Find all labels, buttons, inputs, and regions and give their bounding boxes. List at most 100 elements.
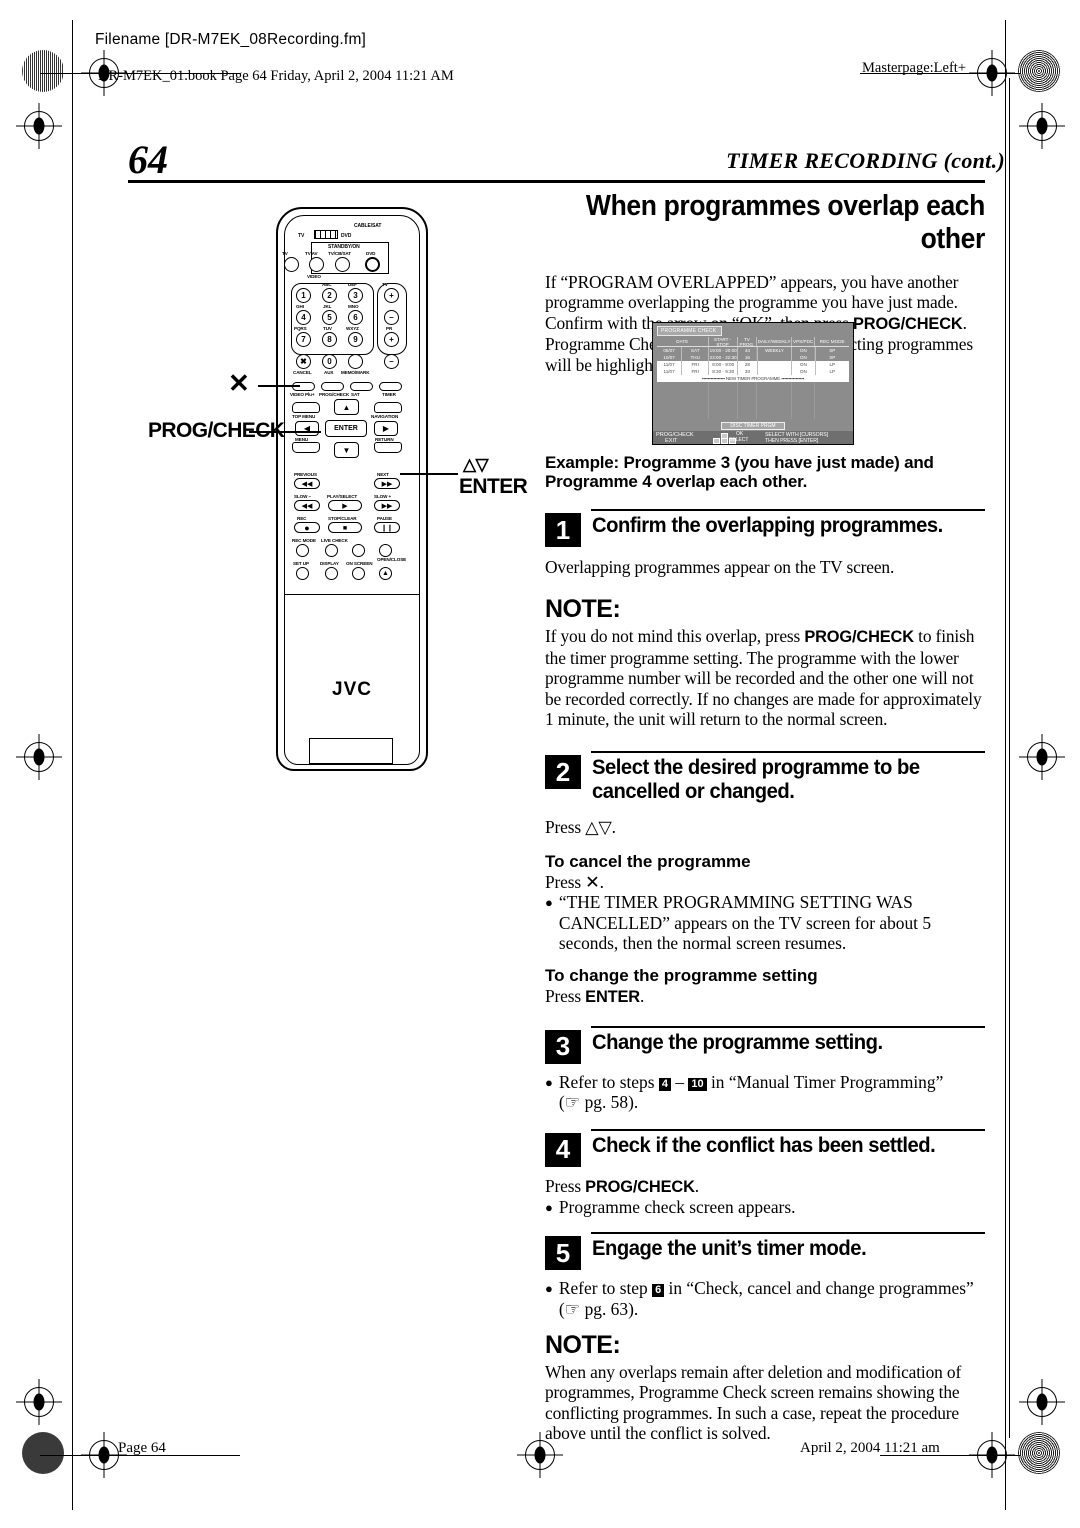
col-start-stop: START - STOP [709,337,738,347]
step-4-press-bold: PROG/CHECK [585,1177,695,1196]
cancel-bullet: ● “THE TIMER PROGRAMMING SETTING WAS CAN… [545,892,985,953]
skip-forward-button[interactable] [379,544,392,557]
remote-control-illustration: CABLE/SAT TV DVD STANDBY/ON TV TV AV VID… [276,207,428,771]
table-row[interactable]: 10/07 THU 22:00 - 22:30 16 ON XP [657,354,849,361]
remote-bottom-panel [309,738,393,764]
cell-day: SAT [682,347,710,354]
set-up-button[interactable] [296,567,309,580]
cell-mode: XP [829,355,836,360]
change-press-bold: ENTER [585,988,640,1007]
tv-power-button[interactable] [284,257,299,272]
tv-cable-sat-standby-button[interactable] [335,257,350,272]
note-2-label: NOTE: [545,1330,621,1359]
step-ref-4: 4 [658,1077,671,1091]
slow-minus-button[interactable]: ◀◀ [294,500,320,511]
key-4[interactable]: 4 [296,310,311,325]
intro-prog-check-bold: PROG/CHECK [852,314,963,333]
cell-date: 05/07 [657,347,683,354]
registration-mark-left-upper [24,111,54,141]
cable-sat-label: CABLE/SAT [354,223,382,229]
navigation-button[interactable] [374,402,402,413]
registration-mark-right-bottom [1027,1387,1057,1417]
pr-down-button[interactable]: – [384,354,399,369]
stop-clear-button[interactable]: ■ [328,522,362,533]
key-9[interactable]: 9 [348,332,363,347]
footer-exit-label: EXIT [665,438,678,444]
density-patch-corner [22,1432,64,1474]
programme-check-tab: PROGRAMME CHECK [657,326,723,336]
col-vps-pdc: VPS/PDC [792,337,816,346]
memo-mark-label: MEMO/MARK [341,370,370,375]
sat-button[interactable] [350,382,373,391]
set-up-label: SET UP [293,561,309,566]
tv-volume-down-button[interactable]: – [384,310,399,325]
step-4: 4 Check if the conflict has been settled… [545,1132,985,1167]
step-3-pg: (☞ pg. 58). [558,1092,639,1113]
menu-button[interactable] [292,442,320,453]
live-check-label: LIVE CHECK [321,538,348,543]
cursor-down-button[interactable]: ▼ [334,442,359,458]
pr-up-button[interactable]: + [384,332,399,347]
bullet-marker: ● [545,1074,553,1090]
on-screen-button[interactable] [352,567,365,580]
callout-cancel-symbol: ✕ [228,368,250,398]
pause-label: PAUSE [377,516,392,521]
filename-label: Filename [DR-M7EK_08Recording.fm] [95,31,367,48]
open-close-button[interactable]: ▲ [379,567,392,580]
prog-check-button[interactable] [321,382,344,391]
return-button[interactable] [374,442,402,453]
table-row[interactable]: 05/07 SAT 19:00 - 20:00 44 WEEKLY ON SP [657,347,849,354]
slow-plus-button[interactable]: ▶▶ [374,500,400,511]
table-row-conflict[interactable]: 11/07 FRI 8:30 - 9:30 33 ON LP [657,368,849,375]
previous-button[interactable]: ◀◀ [294,478,320,489]
rec-button[interactable]: ● [294,522,320,533]
step-2: 2 Select the desired programme to be can… [545,755,985,803]
source-slider-switch[interactable] [314,230,338,239]
step-1-number: 1 [545,513,581,547]
top-menu-label: TOP MENU [292,414,316,419]
cancel-label: CANCEL [293,370,312,375]
dvd-standby-button[interactable] [365,257,380,272]
next-button[interactable]: ▶▶ [374,478,400,489]
pause-button[interactable]: ❙❙ [374,522,400,533]
running-head: TIMER RECORDING (cont.) [726,148,1005,173]
cell-repeat [758,361,793,368]
timer-button[interactable] [379,382,402,391]
tv-av-button[interactable] [309,257,324,272]
cell-prog: 44 [738,347,758,354]
next-label: NEXT [377,472,389,477]
disc-timer-prgm-button[interactable]: DISC TIMER PRGM [721,422,785,430]
cursor-right-button[interactable]: ▶ [374,421,398,436]
key-0[interactable]: 0 [322,354,337,369]
key-3[interactable]: 3 [348,288,363,303]
tv-volume-up-button[interactable]: + [384,288,399,303]
cell-repeat [758,354,793,361]
key-7[interactable]: 7 [296,332,311,347]
step-3: 3 Change the programme setting. [545,1029,985,1064]
play-select-button[interactable]: ▶ [328,500,362,511]
enter-button[interactable]: ENTER [325,420,367,437]
top-menu-button[interactable] [292,402,320,413]
col-tv-prog: TV PROG. [738,337,758,347]
memo-mark-button[interactable] [348,354,363,369]
key-2[interactable]: 2 [322,288,337,303]
display-button[interactable] [325,567,338,580]
live-check-button[interactable] [325,544,338,557]
key-6[interactable]: 6 [348,310,363,325]
on-screen-label: ON SCREEN [346,561,373,566]
cancel-button[interactable]: ✖ [296,354,311,369]
pqrs-label: PQRS [294,326,307,331]
switch-dvd-label: DVD [341,233,352,239]
cursor-up-button[interactable]: ▲ [334,399,359,415]
cancel-bullet-text: “THE TIMER PROGRAMMING SETTING WAS CANCE… [558,892,932,954]
key-1[interactable]: 1 [296,288,311,303]
replay-button[interactable] [352,544,365,557]
cursor-left-button[interactable]: ◀ [295,421,319,436]
step-3-post: in “Manual Timer Programming” [706,1071,944,1092]
col-date: DATE [657,337,709,346]
callout-cancel-leader [258,385,300,387]
table-row-conflict[interactable]: 11/07 FRI 8:00 - 9:00 28 ON LP [657,361,849,368]
rec-mode-button[interactable] [296,544,309,557]
key-5[interactable]: 5 [322,310,337,325]
key-8[interactable]: 8 [322,332,337,347]
